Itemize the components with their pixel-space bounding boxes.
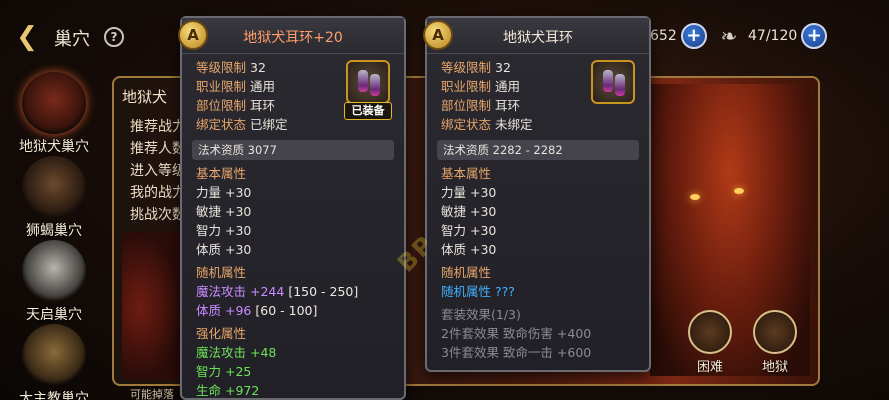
difficulty-label: 困难 [696,360,723,375]
sidebar-item-label: 大主教巢穴 [19,391,89,400]
bind-value: 已绑定 [250,117,288,132]
dungeon-info-list: 推荐战力 推荐人数 进入等级 我的战力 挑战次数 [130,116,182,226]
random-attr-range: [60 - 100] [255,303,318,318]
quality-bar: 法术资质 3077 [192,140,394,160]
earring-right [370,74,380,96]
base-attr-header: 基本属性 [196,166,247,181]
tooltip-header: A 地狱犬耳环 [423,18,649,54]
random-attr-name: 体质 [196,303,222,318]
tooltip-body: 已装备 等级限制 32 职业限制 通用 部位限制 耳环 绑定状态 已绑定 法术资… [182,54,404,400]
difficulty-hell-button[interactable]: 地狱 [745,310,805,375]
class-label: 职业限制 [441,79,492,94]
beast-eye [734,188,744,194]
enhance-attr: 生命 +972 [196,383,260,398]
sidebar-item-archbishop-nest[interactable]: 大主教巢穴 [6,324,102,400]
slot-label: 部位限制 [196,98,247,113]
demon-skull-icon [753,310,797,354]
stamina-resource: ❧ 47/120 + [714,23,828,49]
manticore-icon [22,156,86,218]
random-attr-row: 体质 +96 [60 - 100] [196,301,392,320]
slot-value: 耳环 [250,98,276,113]
sidebar-item-hellhound-nest[interactable]: 地狱犬巢穴 [6,72,102,156]
tooltip-header: A 地狱犬耳环+20 [178,18,404,54]
help-icon[interactable]: ? [104,27,124,47]
level-value: 32 [250,60,266,75]
sidebar-item-scorpion-nest[interactable]: 狮蝎巢穴 [6,156,102,240]
earring-icon [591,60,635,104]
add-currency-button[interactable]: + [680,23,707,49]
random-attr-unknown: 随机属性 ??? [441,284,515,299]
slot-label: 部位限制 [441,98,492,113]
archbishop-lock-icon [22,324,86,386]
set-effect-header: 套装效果(1/3) [441,307,521,322]
dungeon-info-row: 我的战力 [130,185,182,201]
sidebar-item-label: 狮蝎巢穴 [26,223,82,239]
add-stamina-button[interactable]: + [801,23,828,49]
stamina-value: 47/120 [748,28,798,44]
difficulty-label: 地狱 [761,360,788,375]
random-attr-range: [150 - 250] [288,284,359,299]
random-attr-row: 魔法攻击 +244 [150 - 250] [196,282,392,301]
apocalypse-icon [22,240,86,302]
currency-resource: 652 + [650,23,707,49]
bind-label: 绑定状态 [196,117,247,132]
base-attr: 智力 +30 [196,223,252,238]
class-value: 通用 [495,79,521,94]
dungeon-panel-title: 地狱犬 [122,88,168,106]
game-screen: ❮ 巢穴 ? 652 + ❧ 47/120 + 地狱犬 推荐战力 推荐人数 进入… [0,0,889,400]
random-attr-value: +96 [225,303,252,318]
class-label: 职业限制 [196,79,247,94]
skull-icon [688,310,732,354]
random-attr-value: +244 [250,284,285,299]
drop-label: 可能掉落 [130,388,174,400]
base-attr: 力量 +30 [441,185,497,200]
base-attr: 力量 +30 [196,185,252,200]
nest-sidebar: 地狱犬巢穴 狮蝎巢穴 天启巢穴 大主教巢穴 [0,68,106,400]
item-title: 地狱犬耳环 [503,30,573,46]
set-effect: 2件套效果 致命伤害 +400 [441,326,592,341]
equipped-item-tooltip: A 地狱犬耳环+20 已装备 等级限制 32 职业限制 通用 部位限制 耳环 绑… [178,16,406,400]
set-effect: 3件套效果 致命一击 +600 [441,345,592,360]
base-attr: 体质 +30 [196,242,252,257]
enhance-attr: 智力 +25 [196,364,252,379]
sidebar-item-label: 天启巢穴 [26,307,82,323]
enhance-attr-header: 强化属性 [196,326,247,341]
class-value: 通用 [250,79,276,94]
base-attr: 敏捷 +30 [196,204,252,219]
dungeon-info-row: 挑战次数 [130,207,182,223]
level-label: 等级限制 [441,60,492,75]
earring-left [358,70,368,92]
earring-icon [346,60,390,104]
dungeon-art-left [122,232,182,380]
page-title: 巢穴 [54,29,90,50]
difficulty-hard-button[interactable]: 困难 [680,310,740,375]
random-attr-header: 随机属性 [196,265,247,280]
quality-bar: 法术资质 2282 - 2282 [437,140,639,160]
base-attr: 体质 +30 [441,242,497,257]
base-attr-header: 基本属性 [441,166,492,181]
sidebar-item-apocalypse-nest[interactable]: 天启巢穴 [6,240,102,324]
level-value: 32 [495,60,511,75]
hellhound-icon [22,72,86,134]
slot-value: 耳环 [495,98,521,113]
sidebar-item-label: 地狱犬巢穴 [19,139,89,155]
beast-eye [690,194,700,200]
currency-value: 652 [650,28,677,44]
random-attr-header: 随机属性 [441,265,492,280]
level-label: 等级限制 [196,60,247,75]
item-title: 地狱犬耳环+20 [243,30,343,46]
back-arrow-icon[interactable]: ❮ [12,22,42,52]
bind-value: 未绑定 [495,117,533,132]
dungeon-info-row: 进入等级 [130,163,182,179]
wing-icon: ❧ [720,24,738,48]
dungeon-info-row: 推荐人数 [130,141,182,157]
equipped-badge: 已装备 [344,102,392,120]
random-attr-name: 魔法攻击 [196,284,247,299]
earring-left [603,70,613,92]
bind-label: 绑定状态 [441,117,492,132]
enhance-attr: 魔法攻击 +48 [196,345,277,360]
earring-right [615,74,625,96]
dungeon-info-row: 推荐战力 [130,119,182,135]
